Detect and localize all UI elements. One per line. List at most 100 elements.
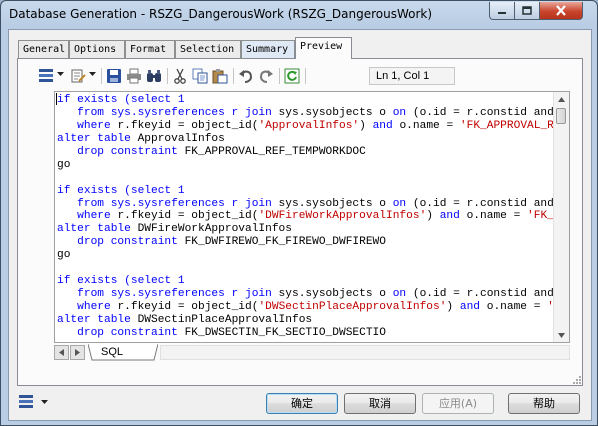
find-button[interactable] xyxy=(145,67,163,85)
redo-button[interactable] xyxy=(257,67,275,85)
code-token: and xyxy=(372,119,393,132)
cut-button[interactable] xyxy=(171,67,189,85)
code-token: (o.id = r.constid and o.type = 'F') xyxy=(412,197,553,210)
arrow-up-icon xyxy=(558,96,565,102)
code-line: from sys.sysreferences r join sys.sysobj… xyxy=(57,288,553,301)
code-token: and xyxy=(459,301,481,313)
cursor-position-readout: Ln 1, Col 1 xyxy=(369,67,455,85)
code-token: if exists xyxy=(57,94,125,106)
tab-selection[interactable]: Selection xyxy=(175,40,241,58)
code-token: FK_DWFIREWO_FK_FIREWO_DWFIREWO xyxy=(177,236,386,249)
tab-format[interactable]: Format xyxy=(125,40,175,58)
code-token: alter table xyxy=(57,132,131,145)
undo-button[interactable] xyxy=(237,67,255,85)
sql-editor[interactable]: if exists (select 1 from sys.sysreferenc… xyxy=(54,91,570,343)
code-token: DWFireWorkApprovalInfos xyxy=(130,223,292,236)
sql-sheet-tab-label: SQL xyxy=(101,346,124,358)
tab-label: Format xyxy=(130,44,167,55)
code-token: sys.sysobjects o xyxy=(271,197,393,210)
toolbar-separator xyxy=(305,68,306,84)
maximize-button[interactable] xyxy=(514,2,540,20)
code-token: ) xyxy=(359,119,373,132)
code-line: go xyxy=(57,340,553,342)
refresh-icon xyxy=(284,68,300,84)
code-line: go xyxy=(57,159,553,172)
print-icon xyxy=(127,68,141,84)
find-icon xyxy=(147,70,161,82)
script-menu-button[interactable] xyxy=(37,67,55,85)
code-token: o.name = xyxy=(480,301,548,313)
close-button[interactable] xyxy=(539,2,583,20)
tab-summary[interactable]: Summary xyxy=(241,40,295,58)
code-token: 'ApprovalInfos' xyxy=(258,119,360,132)
tab-label: Summary xyxy=(246,44,289,55)
code-token: o.name = xyxy=(459,210,528,223)
code-line: alter table DWFireWorkApprovalInfos xyxy=(57,223,553,236)
code-token: (select 1 xyxy=(124,184,185,197)
paste-button[interactable] xyxy=(211,67,229,85)
tab-options[interactable]: Options xyxy=(69,40,125,58)
code-token: on xyxy=(392,106,407,119)
code-token: and xyxy=(439,210,460,223)
script-icon xyxy=(39,69,53,82)
code-token: sys.sysobjects o xyxy=(271,106,393,119)
code-token: r.fkeyid = object_id( xyxy=(117,119,259,132)
sheet-next-button[interactable] xyxy=(70,345,85,360)
arrow-down-icon xyxy=(558,332,565,338)
title-bar[interactable]: Database Generation - RSZG_DangerousWork… xyxy=(1,1,597,29)
toolbar-separator xyxy=(233,68,234,84)
resize-grip-icon[interactable] xyxy=(570,373,582,385)
scroll-down-button[interactable] xyxy=(554,328,569,342)
chevron-down-icon[interactable] xyxy=(89,72,96,77)
code-token: where xyxy=(57,210,118,223)
help-button[interactable]: 帮助 xyxy=(508,393,580,414)
tab-label: Selection xyxy=(180,44,235,55)
code-token: on xyxy=(392,197,407,210)
code-token: from sys.sysreferences r xyxy=(57,106,245,119)
scroll-up-button[interactable] xyxy=(554,92,569,106)
cut-icon xyxy=(174,68,186,84)
code-token: alter table xyxy=(57,223,131,236)
tab-general[interactable]: General xyxy=(18,40,69,58)
minimize-button[interactable] xyxy=(489,2,515,20)
code-line: from sys.sysreferences r join sys.sysobj… xyxy=(57,198,553,211)
tab-preview[interactable]: Preview xyxy=(295,37,352,59)
redo-icon xyxy=(259,70,273,83)
options-menu-button[interactable] xyxy=(17,393,49,411)
code-token: (o.id = r.constid and o.type = 'F') xyxy=(412,106,553,119)
undo-icon xyxy=(239,70,253,83)
preview-panel: Ln 1, Col 1 if exists (select 1 from sys… xyxy=(17,58,583,386)
dialog-body: General Options Format Selection Summary… xyxy=(8,29,592,421)
refresh-button[interactable] xyxy=(283,67,301,85)
chevron-down-icon[interactable] xyxy=(57,72,64,77)
code-token: where xyxy=(57,119,118,132)
sql-code[interactable]: if exists (select 1 from sys.sysreferenc… xyxy=(57,94,553,342)
save-button[interactable] xyxy=(105,67,123,85)
copy-button[interactable] xyxy=(191,67,209,85)
code-line: where r.fkeyid = object_id('DWSectinPlac… xyxy=(57,301,553,314)
sheet-prev-button[interactable] xyxy=(54,345,69,360)
print-button[interactable] xyxy=(125,67,143,85)
code-token: sys.sysobjects o xyxy=(271,288,393,301)
toolbar-separator xyxy=(279,68,280,84)
dialog-window: Database Generation - RSZG_DangerousWork… xyxy=(0,0,598,426)
ok-button[interactable]: 确定 xyxy=(266,393,338,414)
code-token: 'FK_DWFIREWO_FK_FIREWO_DWFIREWO' xyxy=(527,210,553,223)
code-line: where r.fkeyid = object_id('DWFireWorkAp… xyxy=(57,210,553,223)
code-token: FK_DWSECTIN_FK_SECTIO_DWSECTIO xyxy=(177,326,386,339)
apply-button[interactable]: 应用(A) xyxy=(422,393,494,414)
code-line: drop constraint FK_APPROVAL_REF_TEMPWORK… xyxy=(57,146,553,159)
vertical-scrollbar[interactable] xyxy=(553,92,569,342)
copy-icon xyxy=(192,68,208,84)
arrow-left-icon xyxy=(59,349,64,356)
scroll-thumb[interactable] xyxy=(556,108,566,124)
code-token: from sys.sysreferences r xyxy=(57,288,245,301)
code-token: FK_APPROVAL_REF_TEMPWORKDOC xyxy=(177,145,366,158)
preview-toolbar: Ln 1, Col 1 xyxy=(31,65,455,87)
horizontal-scrollbar[interactable] xyxy=(160,345,570,360)
properties-menu-button[interactable] xyxy=(69,67,87,85)
cancel-button[interactable]: 取消 xyxy=(344,393,416,414)
toolbar-separator xyxy=(167,68,168,84)
code-token: r.fkeyid = object_id( xyxy=(117,210,259,223)
